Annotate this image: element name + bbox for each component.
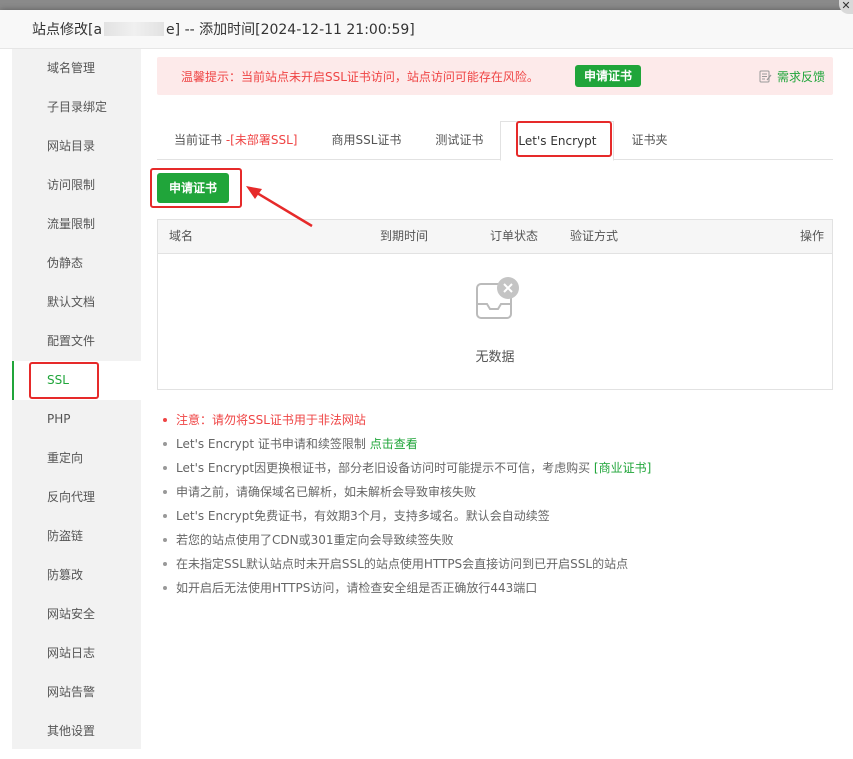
sidebar-item-reverse-proxy[interactable]: 反向代理 [12, 478, 141, 517]
ssl-warning-banner: 温馨提示：当前站点未开启SSL证书访问，站点访问可能存在风险。 申请证书 需求反… [157, 57, 833, 95]
sidebar-item-config-file[interactable]: 配置文件 [12, 322, 141, 361]
column-verify-method: 验证方式 [570, 229, 619, 243]
sidebar-item-default-doc[interactable]: 默认文档 [12, 283, 141, 322]
sidebar-item-site-log[interactable]: 网站日志 [12, 634, 141, 673]
commercial-cert-link[interactable]: [商业证书] [594, 461, 651, 475]
sidebar-item-rewrite[interactable]: 伪静态 [12, 244, 141, 283]
close-icon[interactable]: ✕ [839, 0, 853, 14]
tab-commercial-ssl[interactable]: 商用SSL证书 [314, 121, 418, 159]
page-backdrop [0, 0, 853, 10]
tab-current-cert-label: 当前证书 [174, 133, 223, 147]
sidebar-item-hotlink[interactable]: 防盗链 [12, 517, 141, 556]
tab-current-cert[interactable]: 当前证书 -[未部署SSL] [157, 121, 314, 159]
column-order-status: 订单状态 [490, 229, 539, 243]
sidebar-item-access-limit[interactable]: 访问限制 [12, 166, 141, 205]
feedback-label: 需求反馈 [776, 70, 825, 84]
sidebar-item-traffic-limit[interactable]: 流量限制 [12, 205, 141, 244]
note-text: 若您的站点使用了CDN或301重定向会导致续签失败 [176, 533, 454, 547]
table-body: 无数据 [158, 254, 832, 389]
sidebar-item-redirect[interactable]: 重定向 [12, 439, 141, 478]
note-item: Let's Encrypt免费证书，有效期3个月，支持多域名。默认会自动续签 [161, 504, 833, 528]
note-item: 注意：请勿将SSL证书用于非法网站 [161, 408, 833, 432]
note-item: 若您的站点使用了CDN或301重定向会导致续签失败 [161, 528, 833, 552]
tab-current-cert-status: -[未部署SSL] [222, 133, 298, 147]
ssl-highlight-box [29, 362, 99, 399]
note-text: 如开启后无法使用HTTPS访问，请检查安全组是否正确放行443端口 [176, 581, 538, 595]
settings-sidebar: 域名管理 子目录绑定 网站目录 访问限制 流量限制 伪静态 默认文档 配置文件 … [12, 49, 141, 749]
note-text: 在未指定SSL默认站点时未开启SSL的站点使用HTTPS会直接访问到已开启SSL… [176, 557, 629, 571]
ssl-panel: 温馨提示：当前站点未开启SSL证书访问，站点访问可能存在风险。 申请证书 需求反… [157, 57, 833, 600]
sidebar-item-site-security[interactable]: 网站安全 [12, 595, 141, 634]
lets-encrypt-highlight-box [516, 121, 612, 157]
ssl-warning-text: 温馨提示：当前站点未开启SSL证书访问，站点访问可能存在风险。 [181, 69, 539, 84]
note-item: 在未指定SSL默认站点时未开启SSL的站点使用HTTPS会直接访问到已开启SSL… [161, 552, 833, 576]
note-item: 如开启后无法使用HTTPS访问，请检查安全组是否正确放行443端口 [161, 576, 833, 600]
sidebar-item-tamper-proof[interactable]: 防篡改 [12, 556, 141, 595]
cert-tabs: 当前证书 -[未部署SSL] 商用SSL证书 测试证书 Let's Encryp… [157, 121, 833, 161]
tab-test-cert[interactable]: 测试证书 [418, 121, 500, 159]
note-item: Let's Encrypt 证书申请和续签限制 点击查看 [161, 432, 833, 456]
note-text: Let's Encrypt 证书申请和续签限制 [176, 437, 370, 451]
sidebar-item-subdirectory[interactable]: 子目录绑定 [12, 88, 141, 127]
empty-text: 无数据 [475, 350, 515, 365]
note-text: Let's Encrypt因更换根证书，部分老旧设备访问时可能提示不可信，考虑购… [176, 461, 594, 475]
sidebar-item-other-settings[interactable]: 其他设置 [12, 712, 141, 751]
column-domain: 域名 [169, 229, 194, 243]
apply-button-highlight-box [150, 168, 242, 208]
alert-apply-cert-button[interactable]: 申请证书 [574, 65, 641, 87]
note-text: 注意：请勿将SSL证书用于非法网站 [176, 413, 366, 427]
dialog-title: 站点修改[a e] -- 添加时间[2024-12-11 21:00:59] [0, 10, 853, 49]
ssl-notes: 注意：请勿将SSL证书用于非法网站 Let's Encrypt 证书申请和续签限… [157, 408, 833, 600]
dialog-title-suffix: e] -- 添加时间[2024-12-11 21:00:59] [166, 22, 415, 38]
annotation-arrow-icon [246, 186, 313, 228]
view-limits-link[interactable]: 点击查看 [370, 437, 418, 451]
feedback-icon [759, 70, 772, 83]
feedback-link[interactable]: 需求反馈 [759, 68, 825, 85]
tab-cert-folder[interactable]: 证书夹 [614, 121, 684, 159]
note-item: Let's Encrypt因更换根证书，部分老旧设备访问时可能提示不可信，考虑购… [161, 456, 833, 480]
note-item: 申请之前，请确保域名已解析，如未解析会导致审核失败 [161, 480, 833, 504]
note-text: Let's Encrypt免费证书，有效期3个月，支持多域名。默认会自动续签 [176, 509, 550, 523]
dialog-title-prefix: 站点修改[a [32, 22, 103, 38]
sidebar-item-domain[interactable]: 域名管理 [12, 49, 141, 88]
cert-table: 域名 到期时间 订单状态 验证方式 操作 无数据 [157, 219, 833, 390]
empty-box-icon [476, 277, 519, 319]
sidebar-item-site-alert[interactable]: 网站告警 [12, 673, 141, 712]
redacted-site-name [104, 22, 165, 36]
column-expire-time: 到期时间 [380, 229, 429, 243]
sidebar-item-php[interactable]: PHP [12, 400, 141, 439]
note-text: 申请之前，请确保域名已解析，如未解析会导致审核失败 [176, 485, 477, 499]
sidebar-item-site-directory[interactable]: 网站目录 [12, 127, 141, 166]
column-actions: 操作 [799, 229, 824, 243]
